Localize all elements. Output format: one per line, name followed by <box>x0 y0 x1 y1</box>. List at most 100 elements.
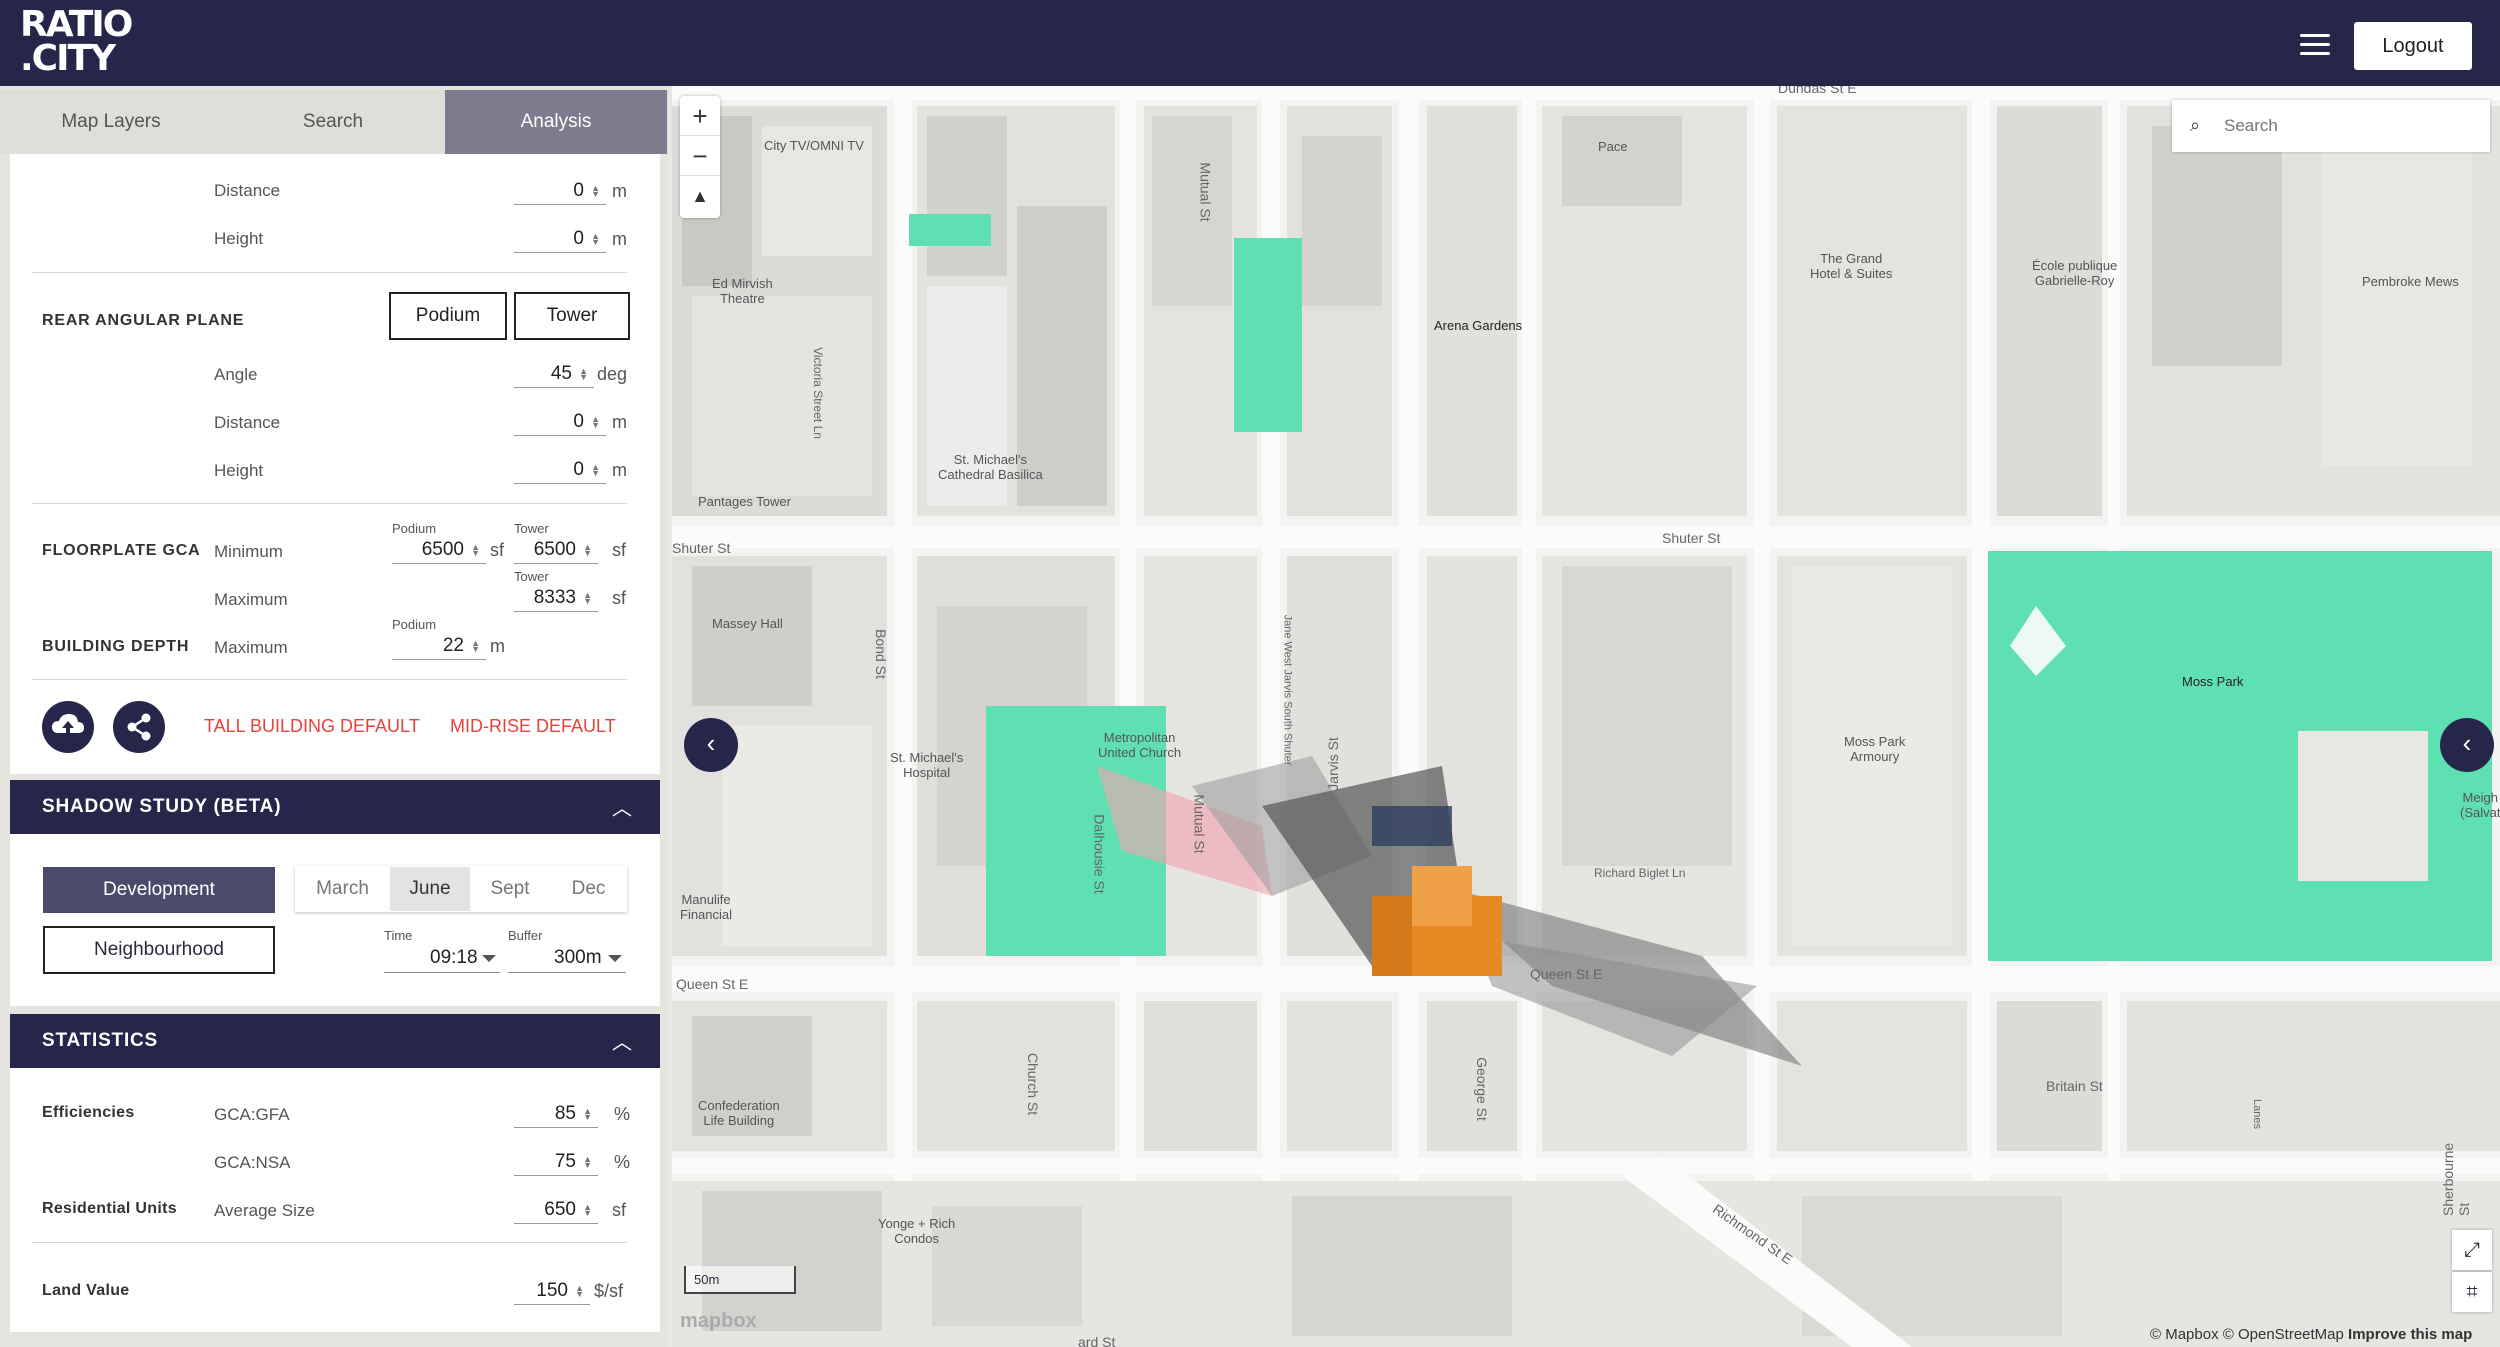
season-dec[interactable]: Dec <box>550 867 627 911</box>
time-select[interactable]: 09:18 <box>384 943 500 973</box>
floorplate-min-podium-input[interactable]: 6500 ▲ ▼ <box>392 536 486 564</box>
street-label-jarvis: Jarvis St <box>1324 737 1341 791</box>
setback-distance-unit: m <box>612 181 627 201</box>
divider <box>32 272 627 273</box>
shadow-study-header[interactable]: SHADOW STUDY (BETA) ︿ <box>10 780 660 834</box>
rap-height-unit: m <box>612 460 627 480</box>
rap-height-input[interactable]: 0 ▲ ▼ <box>514 456 606 484</box>
map-search-box: ⌕ <box>2172 100 2490 152</box>
map-canvas[interactable]: City TV/OMNI TV Ed Mirvish Theatre Arena… <box>672 86 2500 1347</box>
share-button[interactable] <box>113 701 165 753</box>
season-sept[interactable]: Sept <box>470 867 550 911</box>
logout-button[interactable]: Logout <box>2354 22 2472 70</box>
street-label-mutual-2: Mutual St <box>1191 794 1208 854</box>
land-value-input[interactable]: 150 ▲ ▼ <box>514 1277 590 1305</box>
share-icon <box>127 713 151 741</box>
shadow-study-title: SHADOW STUDY (BETA) <box>42 796 282 817</box>
street-label-britain: Britain St <box>2046 1078 2103 1094</box>
mid-rise-default-link[interactable]: MID-RISE DEFAULT <box>450 716 616 737</box>
tower-button[interactable]: Tower <box>514 292 630 340</box>
building-depth-title: BUILDING DEPTH <box>42 638 190 655</box>
floorplate-min-podium-unit: sf <box>490 540 505 560</box>
depth-max-unit: m <box>490 636 505 656</box>
top-bar: RATIO .CITY Logout <box>0 0 2500 86</box>
rap-distance-label: Distance <box>214 413 281 432</box>
ratio-city-logo[interactable]: RATIO .CITY <box>20 7 133 79</box>
angle-input[interactable]: 45 ▲ ▼ <box>514 360 594 388</box>
street-label-dalhousie: Dalhousie St <box>1091 814 1108 894</box>
floorplate-max-label: Maximum <box>214 590 288 609</box>
street-label-victoria: Victoria Street Ln <box>810 347 825 439</box>
gca-gfa-label: GCA:GFA <box>214 1105 290 1124</box>
search-icon: ⌕ <box>2190 115 2201 135</box>
gca-nsa-input[interactable]: 75 ▲ ▼ <box>514 1148 598 1176</box>
depth-max-input[interactable]: 22 ▲ ▼ <box>392 632 486 660</box>
map-graphics <box>672 86 2500 1347</box>
setback-height-label: Height <box>214 229 264 248</box>
place-label-massey-hall: Massey Hall <box>712 616 783 631</box>
chevron-up-icon: ︿ <box>612 798 632 820</box>
divider <box>32 1242 627 1243</box>
place-label-meigh: Meigh (Salvat <box>2460 790 2500 820</box>
angle-unit: deg <box>597 364 628 384</box>
tab-analysis[interactable]: Analysis <box>445 90 667 154</box>
map-attribution: © Mapbox © OpenStreetMap Improve this ma… <box>2150 1326 2472 1343</box>
place-label-st-michaels-hospital: St. Michael's Hospital <box>890 750 964 780</box>
menu-icon[interactable] <box>2300 34 2330 56</box>
save-cloud-button[interactable] <box>42 701 94 753</box>
setback-distance-input[interactable]: 0 ▲ ▼ <box>514 177 606 205</box>
zoom-out-button[interactable]: − <box>680 136 720 176</box>
map-nav-control: + − ▲ <box>680 96 720 218</box>
setback-height-unit: m <box>612 229 627 249</box>
tab-search[interactable]: Search <box>222 90 444 154</box>
place-label-pantages: Pantages Tower <box>698 494 791 509</box>
season-june[interactable]: June <box>390 867 470 911</box>
crop-button[interactable]: ⌗ <box>2452 1272 2492 1312</box>
tab-map-layers[interactable]: Map Layers <box>0 90 222 154</box>
divider <box>32 503 627 504</box>
development-button[interactable]: Development <box>43 867 275 913</box>
average-size-unit: sf <box>612 1200 627 1220</box>
tall-building-default-link[interactable]: TALL BUILDING DEFAULT <box>204 716 420 737</box>
buffer-label: Buffer <box>508 928 543 943</box>
street-label-richard-biglet: Richard Biglet Ln <box>1594 866 1686 880</box>
ruler-icon: ⤢ <box>2464 1239 2480 1261</box>
depth-podium-label: Podium <box>392 617 437 632</box>
place-label-st-michaels-cathedral: St. Michael's Cathedral Basilica <box>938 452 1043 482</box>
street-label-queen-east: Queen St E <box>1530 966 1603 982</box>
map-search-input[interactable] <box>2224 112 2474 140</box>
measure-button[interactable]: ⤢ <box>2452 1230 2492 1270</box>
rap-height-label: Height <box>214 461 264 480</box>
improve-map-link[interactable]: Improve this map <box>2348 1326 2472 1343</box>
expand-right-panel-button[interactable]: ‹ <box>2440 718 2494 772</box>
rap-distance-input[interactable]: 0 ▲ ▼ <box>514 408 606 436</box>
buffer-select[interactable]: 300m <box>508 943 626 973</box>
floorplate-min-tower-input[interactable]: 6500 ▲ ▼ <box>514 536 598 564</box>
street-label-dundas: Dundas St E <box>1778 86 1857 96</box>
street-label-bond: Bond St <box>872 629 889 679</box>
attribution-text[interactable]: © Mapbox © OpenStreetMap <box>2150 1326 2344 1343</box>
mapbox-logo[interactable]: mapbox <box>680 1310 757 1333</box>
logo-line-2: .CITY <box>20 38 116 79</box>
gca-gfa-input[interactable]: 85 ▲ ▼ <box>514 1100 598 1128</box>
setback-height-input[interactable]: 0 ▲ ▼ <box>514 225 606 253</box>
street-label-shuter-east: Shuter St <box>1662 530 1721 546</box>
neighbourhood-button[interactable]: Neighbourhood <box>43 926 275 974</box>
average-size-input[interactable]: 650 ▲ ▼ <box>514 1196 598 1224</box>
street-label-jarvis-south: Jane West Jarvis South Shuter <box>1281 614 1294 766</box>
statistics-title: STATISTICS <box>42 1030 159 1051</box>
street-label-sherbourne: Sherbourne St <box>2440 1142 2472 1216</box>
crop-icon: ⌗ <box>2466 1281 2478 1303</box>
street-label-queen-west: Queen St E <box>676 976 749 992</box>
place-label-confederation: Confederation Life Building <box>698 1098 780 1128</box>
zoom-in-button[interactable]: + <box>680 96 720 136</box>
collapse-sidebar-button[interactable]: ‹ <box>684 718 738 772</box>
place-label-moss-park-armoury: Moss Park Armoury <box>1844 734 1906 764</box>
season-march[interactable]: March <box>295 867 390 911</box>
floorplate-tower-label-2: Tower <box>514 569 549 584</box>
floorplate-max-tower-input[interactable]: 8333 ▲ ▼ <box>514 584 598 612</box>
depth-max-label: Maximum <box>214 638 288 657</box>
podium-button[interactable]: Podium <box>389 292 507 340</box>
statistics-header[interactable]: STATISTICS ︿ <box>10 1014 660 1068</box>
compass-button[interactable]: ▲ <box>680 176 720 216</box>
